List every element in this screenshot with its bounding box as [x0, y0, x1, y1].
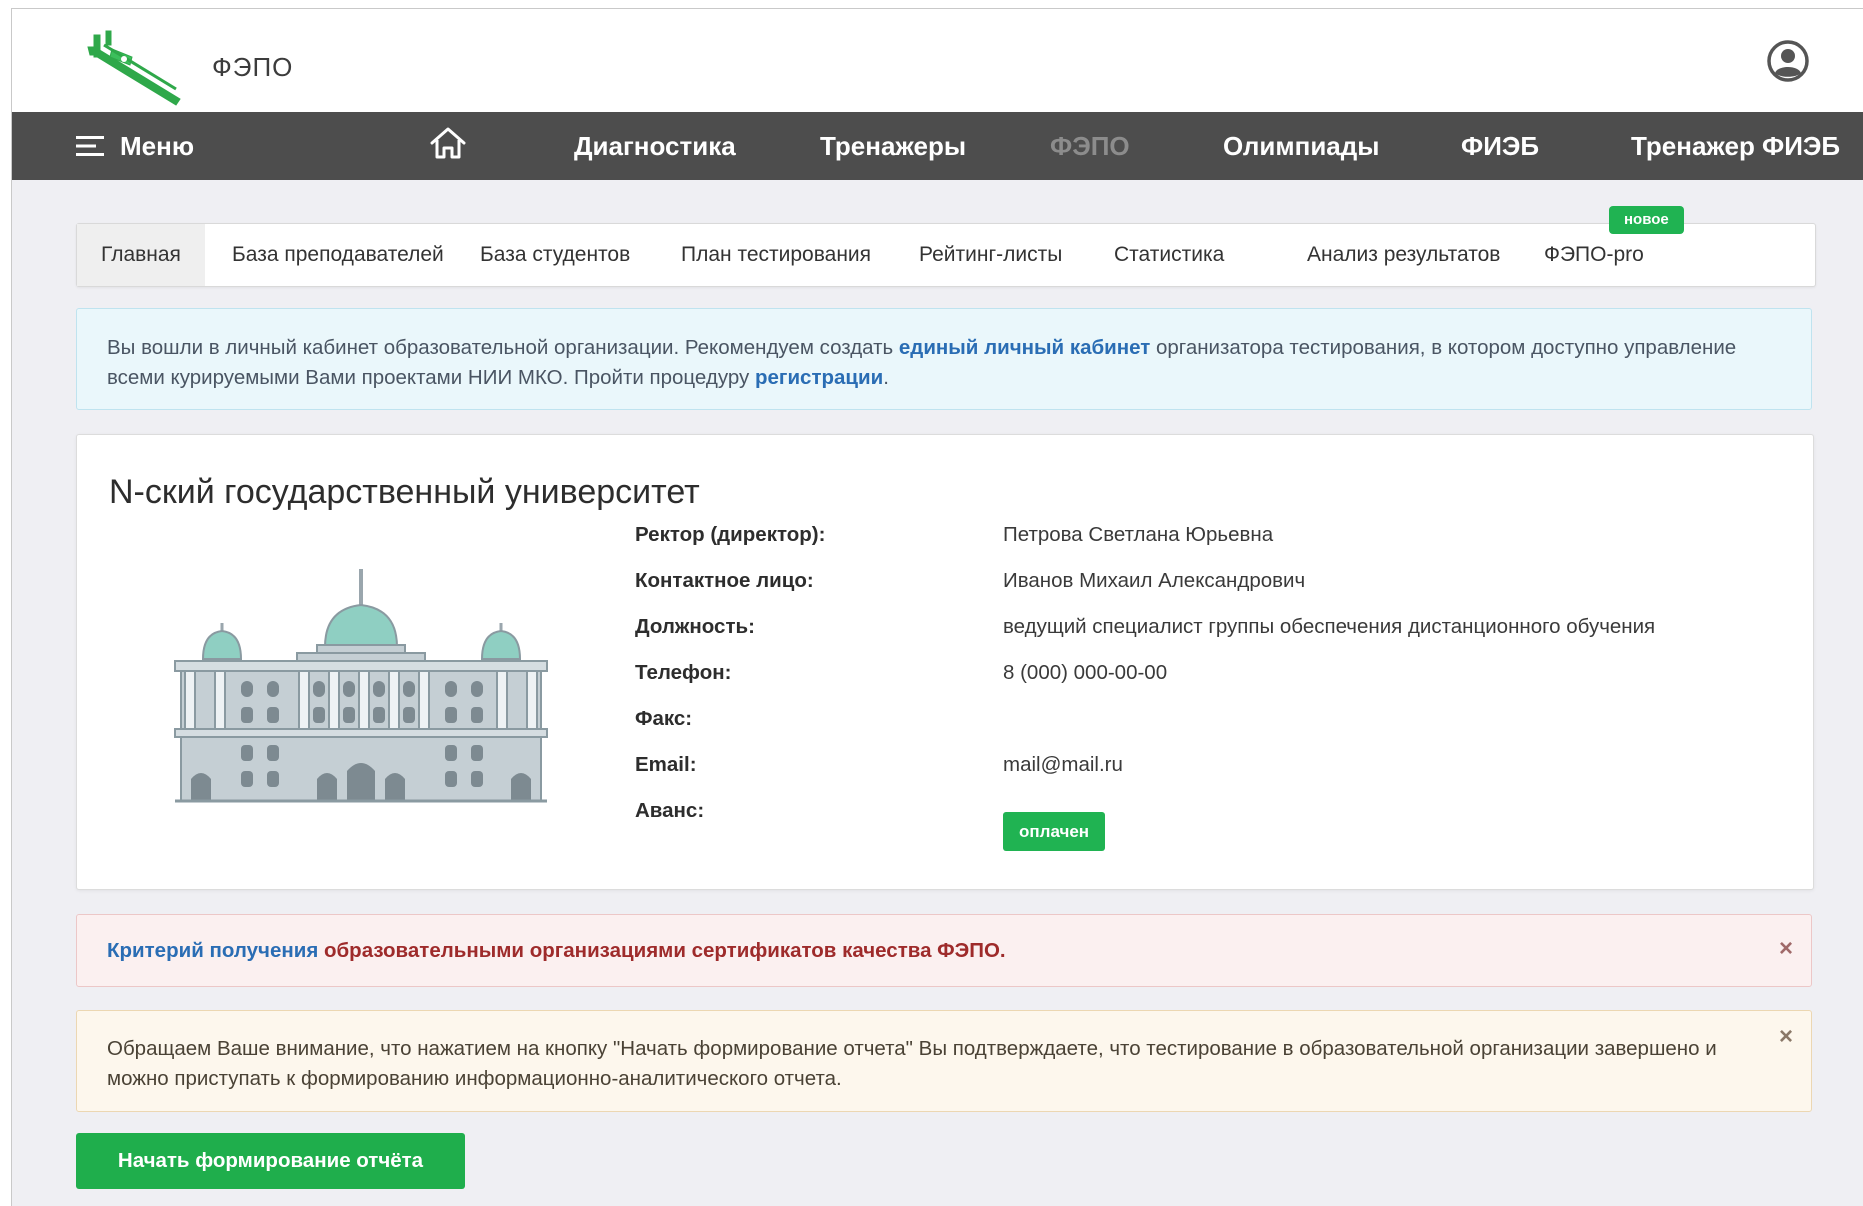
- organization-card: N-ский государственный университет Ректо…: [76, 434, 1814, 890]
- tab-statistics[interactable]: Статистика: [1090, 224, 1248, 286]
- tab-main[interactable]: Главная: [77, 224, 205, 286]
- start-report-button[interactable]: Начать формирование отчёта: [76, 1133, 465, 1189]
- page-frame: ФЭПО Меню Диагностика Тренажеры ФЭПО Оли…: [11, 8, 1863, 1206]
- position-value: ведущий специалист группы обеспечения ди…: [1003, 615, 1656, 638]
- tab-students-base[interactable]: База студентов: [456, 224, 654, 286]
- rector-label: Ректор (директор):: [635, 523, 826, 546]
- caliper-logo-icon[interactable]: [84, 27, 194, 107]
- info-text-3: .: [883, 366, 889, 389]
- nav-fieb-trainer[interactable]: Тренажер ФИЭБ: [1631, 112, 1840, 180]
- brand-title: ФЭПО: [212, 52, 294, 82]
- home-icon: [430, 127, 466, 159]
- email-label: Email:: [635, 753, 697, 776]
- user-account-icon[interactable]: [1766, 39, 1810, 83]
- rector-value: Петрова Светлана Юрьевна: [1003, 523, 1274, 546]
- phone-value: 8 (000) 000-00-00: [1003, 661, 1168, 684]
- registration-link[interactable]: регистрации: [755, 366, 883, 389]
- info-text-1: Вы вошли в личный кабинет образовательно…: [107, 336, 899, 359]
- advance-status-badge: оплачен: [1003, 812, 1106, 851]
- criteria-link[interactable]: Критерий получения: [107, 939, 318, 962]
- unified-cabinet-link[interactable]: единый личный кабинет: [899, 336, 1150, 359]
- info-alert: Вы вошли в личный кабинет образовательно…: [76, 308, 1812, 410]
- tab-results-analysis[interactable]: Анализ результатов: [1283, 224, 1524, 286]
- nav-fieb[interactable]: ФИЭБ: [1461, 112, 1539, 180]
- new-badge: новое: [1609, 206, 1684, 234]
- fax-label: Факс:: [635, 707, 693, 730]
- menu-label: Меню: [120, 131, 195, 161]
- close-icon[interactable]: ×: [1779, 937, 1793, 961]
- close-icon[interactable]: ×: [1779, 1025, 1793, 1049]
- email-value: mail@mail.ru: [1003, 753, 1123, 776]
- criteria-text: образовательными организациями сертифика…: [318, 939, 1006, 962]
- warning-text: Обращаем Ваше внимание, что нажатием на …: [107, 1037, 1717, 1090]
- contact-person-label: Контактное лицо:: [635, 569, 814, 592]
- position-label: Должность:: [635, 615, 755, 638]
- contact-person-value: Иванов Михаил Александрович: [1003, 569, 1306, 592]
- tab-testing-plan[interactable]: План тестирования: [657, 224, 895, 286]
- university-building-icon: [174, 569, 548, 803]
- organization-title: N-ский государственный университет: [109, 473, 700, 511]
- tab-teachers-base[interactable]: База преподавателей: [208, 224, 468, 286]
- main-navbar: Меню Диагностика Тренажеры ФЭПО Олимпиад…: [12, 112, 1863, 180]
- menu-toggle[interactable]: Меню: [76, 112, 194, 180]
- tab-rating-lists[interactable]: Рейтинг-листы: [895, 224, 1086, 286]
- home-link[interactable]: [428, 126, 468, 166]
- nav-trainers[interactable]: Тренажеры: [820, 112, 966, 180]
- section-tabs: Главная База преподавателей База студент…: [76, 223, 1816, 287]
- nav-olympiads[interactable]: Олимпиады: [1223, 112, 1379, 180]
- quality-criteria-alert: Критерий получения образовательными орга…: [76, 914, 1812, 987]
- nav-fepo-active[interactable]: ФЭПО: [1050, 112, 1130, 180]
- nav-diagnostics[interactable]: Диагностика: [574, 112, 736, 180]
- phone-label: Телефон:: [635, 661, 732, 684]
- report-warning-alert: Обращаем Ваше внимание, что нажатием на …: [76, 1010, 1812, 1112]
- advance-label: Аванс:: [635, 799, 705, 822]
- site-header: ФЭПО: [12, 9, 1863, 112]
- hamburger-menu-icon: [76, 136, 104, 156]
